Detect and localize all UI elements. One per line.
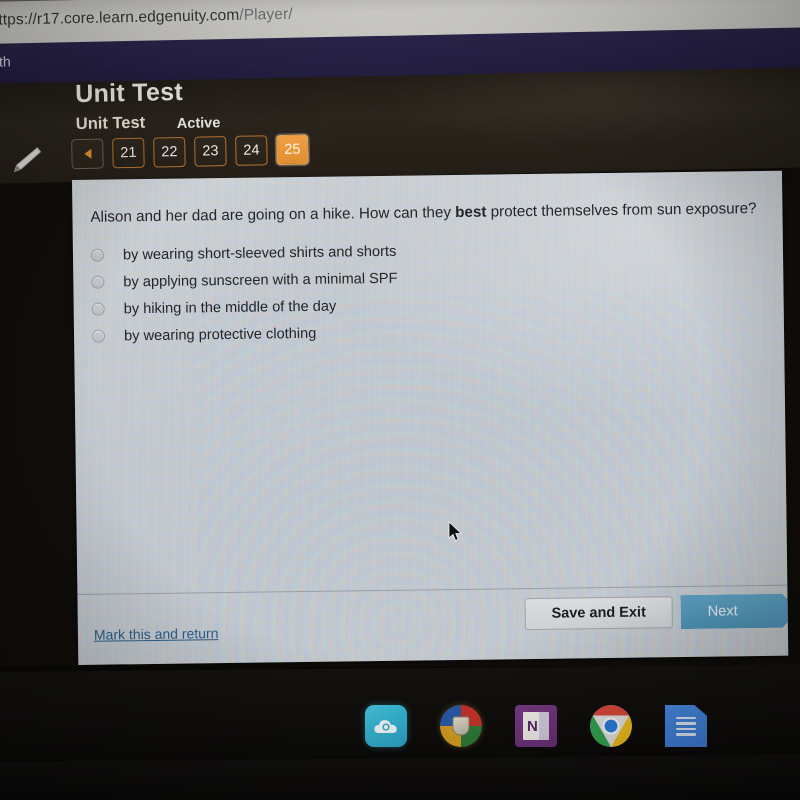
pencil-icon[interactable] bbox=[7, 145, 42, 176]
taskbar-icons: N bbox=[365, 705, 707, 747]
breadcrumb[interactable]: ealth bbox=[0, 53, 11, 70]
radio-button-icon[interactable] bbox=[91, 302, 105, 316]
question-button-25[interactable]: 25 bbox=[276, 134, 309, 166]
onenote-icon[interactable]: N bbox=[515, 705, 557, 747]
assignment-name: Unit Test bbox=[75, 113, 146, 134]
question-button-21[interactable]: 21 bbox=[112, 137, 145, 169]
school-crest-icon[interactable] bbox=[440, 705, 482, 747]
mouse-cursor bbox=[448, 521, 464, 543]
address-bar-text: ttps://r17.core.learn.edgenuity.com/Play… bbox=[0, 6, 293, 30]
answer-option-label: by wearing protective clothing bbox=[123, 325, 317, 344]
footer-divider bbox=[77, 584, 788, 595]
question-button-24[interactable]: 24 bbox=[235, 135, 268, 166]
question-suffix: protect themselves from sun exposure? bbox=[486, 200, 757, 221]
chevron-left-icon bbox=[83, 148, 92, 159]
onenote-letter: N bbox=[523, 712, 549, 740]
docs-line bbox=[676, 727, 696, 730]
answer-option-label: by applying sunscreen with a minimal SPF bbox=[123, 270, 398, 290]
question-text: Alison and her dad are going on a hike. … bbox=[90, 199, 760, 228]
question-button-23[interactable]: 23 bbox=[194, 136, 227, 167]
answer-options: by wearing short-sleeved shirts and shor… bbox=[90, 233, 752, 350]
question-navigation[interactable]: 21 22 23 24 25 bbox=[71, 134, 309, 170]
answer-option-label: by wearing short-sleeved shirts and shor… bbox=[122, 243, 397, 263]
answer-option-label: by hiking in the middle of the day bbox=[123, 298, 337, 317]
save-and-exit-button[interactable]: Save and Exit bbox=[524, 596, 673, 631]
radio-button-icon[interactable] bbox=[90, 248, 105, 262]
assessment-header: Unit Test Unit Test Active 21 22 23 24 2… bbox=[0, 66, 800, 184]
docs-line bbox=[676, 733, 696, 736]
docs-line bbox=[676, 716, 696, 719]
question-emphasis: best bbox=[455, 203, 487, 221]
google-docs-icon[interactable] bbox=[665, 705, 707, 747]
nav-back-button[interactable] bbox=[71, 138, 104, 170]
url-path: /Player/ bbox=[239, 5, 293, 24]
question-button-22[interactable]: 22 bbox=[153, 136, 186, 168]
mark-and-return-link[interactable]: Mark this and return bbox=[94, 625, 219, 643]
url-host: ttps://r17.core.learn.edgenuity.com bbox=[0, 6, 240, 29]
photographed-screen: ttps://r17.core.learn.edgenuity.com/Play… bbox=[0, 0, 800, 800]
page-title: Unit Test bbox=[74, 77, 184, 109]
question-prefix: Alison and her dad are going on a hike. … bbox=[90, 203, 456, 226]
cloud-app-icon[interactable] bbox=[365, 705, 407, 747]
radio-button-icon[interactable] bbox=[91, 329, 106, 343]
question-card: Alison and her dad are going on a hike. … bbox=[72, 170, 789, 665]
chrome-icon[interactable] bbox=[590, 705, 632, 747]
docs-line bbox=[676, 722, 696, 725]
status-badge: Active bbox=[176, 115, 221, 133]
radio-button-icon[interactable] bbox=[91, 275, 105, 289]
next-button[interactable]: Next bbox=[680, 594, 788, 630]
